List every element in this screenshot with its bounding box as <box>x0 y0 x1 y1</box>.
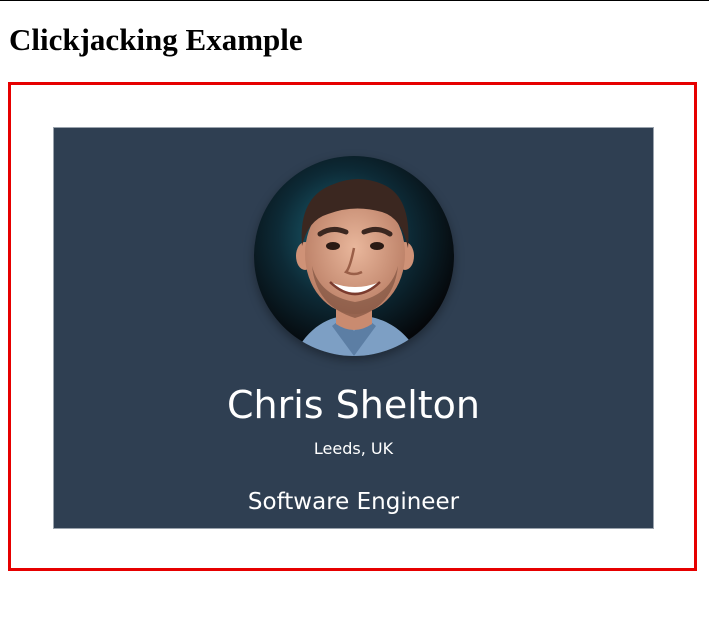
page-title: Clickjacking Example <box>9 22 303 57</box>
top-divider <box>0 0 709 1</box>
profile-photo-icon <box>254 156 454 356</box>
profile-job-title: Software Engineer <box>247 489 460 515</box>
profile-location: Leeds, UK <box>313 439 394 458</box>
profile-name: Chris Shelton <box>226 383 481 427</box>
avatar <box>254 156 454 356</box>
